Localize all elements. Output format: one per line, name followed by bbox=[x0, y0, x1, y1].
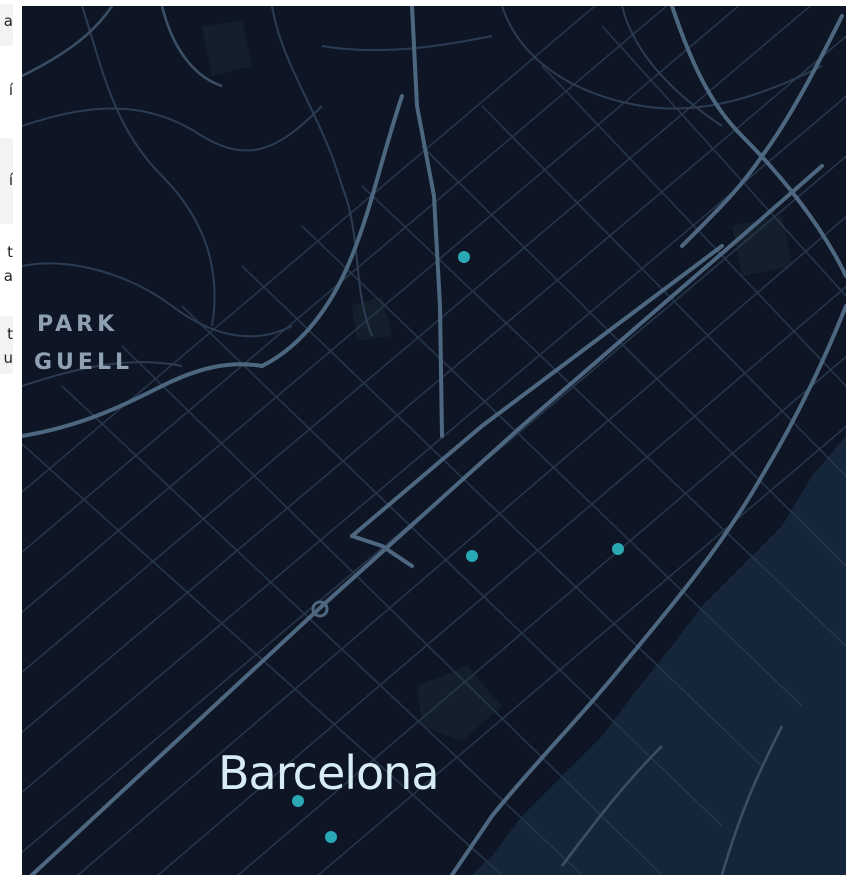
map-marker-1[interactable] bbox=[458, 251, 470, 263]
sidebar: a í í t a t u bbox=[0, 0, 22, 875]
map[interactable]: PARK GUELL Barcelona bbox=[22, 6, 846, 875]
sea-area bbox=[472, 436, 846, 875]
sidebar-item-2[interactable]: í bbox=[0, 78, 13, 108]
sidebar-item-1-text: a bbox=[3, 12, 13, 30]
map-marker-5[interactable] bbox=[325, 831, 337, 843]
city-label: Barcelona bbox=[218, 746, 440, 800]
map-canvas[interactable] bbox=[22, 6, 846, 875]
district-label-line-2: GUELL bbox=[34, 350, 133, 375]
sidebar-item-4[interactable]: t a bbox=[0, 240, 13, 292]
sidebar-item-1[interactable]: a bbox=[0, 4, 13, 46]
sidebar-item-4-line-1: t bbox=[7, 243, 13, 261]
sidebar-item-5[interactable]: t u bbox=[0, 316, 13, 374]
map-marker-3[interactable] bbox=[612, 543, 624, 555]
sidebar-item-3-text: í bbox=[8, 171, 13, 189]
district-label-line-1: PARK bbox=[37, 312, 119, 337]
sidebar-item-5-line-1: t bbox=[7, 325, 13, 343]
sidebar-item-5-line-2: u bbox=[3, 349, 13, 367]
sidebar-item-2-text: í bbox=[8, 81, 13, 99]
sidebar-item-3[interactable]: í bbox=[0, 138, 13, 224]
sidebar-item-4-line-2: a bbox=[3, 267, 13, 285]
map-marker-2[interactable] bbox=[466, 550, 478, 562]
district-label: PARK GUELL bbox=[34, 306, 133, 382]
